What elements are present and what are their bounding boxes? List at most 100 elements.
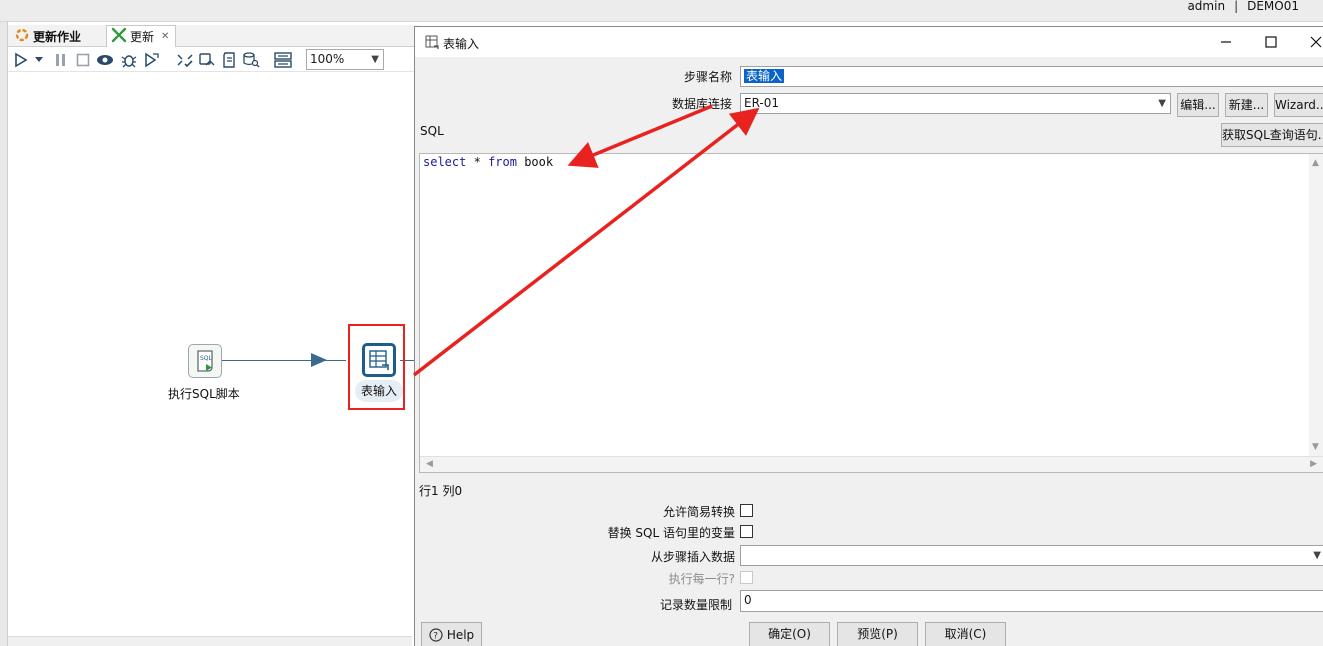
replay-icon — [145, 52, 159, 68]
database-search-icon — [243, 52, 260, 68]
impact-button[interactable] — [198, 52, 216, 68]
sql-table: book — [524, 155, 554, 169]
chevron-down-icon: ▼ — [1158, 98, 1166, 109]
step-label: 表输入 — [355, 380, 403, 402]
insert-from-step-label: 从步骤插入数据 — [650, 550, 735, 564]
new-connection-button[interactable]: 新建... — [1225, 93, 1268, 117]
scroll-down-icon[interactable]: ▼ — [1312, 442, 1319, 452]
play-icon — [15, 52, 28, 68]
replay-button[interactable] — [142, 52, 160, 68]
dialog-title: 表输入 — [443, 37, 480, 51]
tab-label: 更新作业 — [33, 29, 82, 44]
sql-vertical-scrollbar[interactable]: ▲ ▼ — [1309, 154, 1323, 456]
sql-script-icon: SQL — [197, 350, 213, 372]
db-connection-select[interactable]: ER-01 ▼ — [740, 93, 1171, 114]
tab-update-job[interactable]: 更新作业 — [10, 25, 87, 47]
preview-button[interactable]: 预览(P) — [837, 622, 918, 646]
bug-icon — [121, 55, 137, 68]
lazy-conversion-label: 允许简易转换 — [662, 505, 735, 519]
cursor-position: 行1 列0 — [419, 484, 463, 498]
stop-button[interactable] — [74, 52, 92, 68]
close-button[interactable] — [1307, 33, 1323, 51]
check-transformation-icon — [177, 54, 193, 68]
step-name-label: 步骤名称 — [683, 70, 732, 84]
dialog-titlebar[interactable]: 表输入 — [415, 27, 1323, 57]
canvas-horizontal-scrollbar[interactable] — [8, 636, 412, 646]
impact-analysis-icon — [199, 53, 215, 66]
help-icon: ? — [429, 627, 443, 642]
step-name-value: 表输入 — [744, 69, 785, 83]
chevron-down-icon: ▼ — [371, 54, 379, 65]
scroll-up-icon[interactable]: ▲ — [1312, 158, 1319, 168]
tab-update-transformation[interactable]: 更新 ✕ — [106, 25, 177, 47]
sql-keyword: from — [488, 155, 517, 169]
show-results-button[interactable] — [274, 52, 292, 68]
minimize-button[interactable] — [1217, 33, 1235, 51]
run-options-dropdown[interactable] — [34, 52, 44, 68]
close-tab-icon[interactable]: ✕ — [161, 31, 169, 42]
step-label: 执行SQL脚本 — [168, 387, 240, 401]
execute-each-row-checkbox — [740, 571, 753, 584]
repository-name[interactable]: DEMO01 — [1247, 0, 1299, 13]
run-button[interactable] — [12, 52, 30, 68]
ok-button[interactable]: 确定(O) — [749, 622, 830, 646]
pause-icon — [56, 54, 65, 66]
help-button[interactable]: ? Help — [421, 622, 482, 646]
left-panel-edge — [0, 22, 8, 646]
db-connection-label: 数据库连接 — [671, 97, 732, 111]
step-execute-sql[interactable]: SQL — [188, 344, 222, 378]
svg-text:SQL: SQL — [200, 355, 213, 362]
step-table-input[interactable] — [362, 343, 396, 377]
wizard-button[interactable]: Wizard... — [1274, 93, 1323, 117]
results-panel-icon — [274, 52, 292, 68]
svg-text:?: ? — [433, 631, 438, 641]
table-input-icon — [425, 35, 439, 52]
step-name-input[interactable]: 表输入 — [740, 66, 1323, 87]
table-input-icon — [369, 350, 389, 370]
debug-button[interactable] — [120, 52, 138, 68]
editor-tab-bar: 更新作业 更新 ✕ — [8, 25, 420, 47]
insert-from-step-select[interactable]: ▼ — [740, 545, 1323, 566]
eye-icon — [97, 55, 113, 65]
zoom-value: 100% — [310, 52, 345, 66]
chevron-down-icon: ▼ — [1313, 550, 1321, 561]
lazy-conversion-checkbox[interactable] — [740, 504, 753, 517]
sql-horizontal-scrollbar[interactable]: ◀ ▶ — [420, 456, 1323, 472]
scroll-right-icon[interactable]: ▶ — [1310, 459, 1317, 469]
sql-star: * — [473, 155, 481, 169]
hop-line[interactable] — [222, 360, 346, 361]
get-sql-button[interactable]: 获取SQL查询语句... — [1221, 123, 1323, 147]
transformation-icon — [111, 27, 127, 46]
pause-button[interactable] — [52, 52, 70, 68]
verify-button[interactable] — [176, 52, 194, 68]
limit-label: 记录数量限制 — [659, 598, 732, 612]
db-connection-value: ER-01 — [744, 96, 780, 110]
maximize-icon — [1265, 36, 1277, 48]
explore-db-button[interactable] — [242, 52, 260, 68]
execute-each-row-label: 执行每一行? — [668, 572, 735, 586]
stop-icon — [76, 53, 90, 67]
limit-value: 0 — [744, 593, 752, 607]
tab-label: 更新 — [130, 30, 155, 44]
hop-arrowhead — [311, 353, 327, 367]
username[interactable]: admin — [1187, 0, 1225, 13]
close-icon — [1310, 36, 1322, 48]
replace-variables-checkbox[interactable] — [740, 525, 753, 538]
replace-variables-label: 替换 SQL 语句里的变量 — [607, 526, 735, 540]
scroll-left-icon[interactable]: ◀ — [426, 459, 433, 469]
maximize-button[interactable] — [1262, 33, 1280, 51]
user-info: admin | DEMO01 — [1187, 0, 1299, 13]
table-input-dialog: 表输入 步骤名称 表输入 数据库连接 ER-01 ▼ 编辑... 新建... W… — [414, 26, 1323, 646]
limit-input[interactable]: 0 — [740, 590, 1323, 612]
edit-connection-button[interactable]: 编辑... — [1177, 93, 1219, 117]
zoom-select[interactable]: 100% ▼ — [306, 49, 384, 70]
sql-editor[interactable]: select * from book ▲ ▼ ◀ ▶ — [419, 153, 1323, 473]
help-label: Help — [446, 627, 475, 642]
job-icon — [14, 27, 30, 46]
minimize-icon — [1221, 41, 1231, 43]
preview-button[interactable] — [96, 52, 114, 68]
editor-toolbar: 100% ▼ — [8, 48, 420, 72]
chevron-down-icon — [35, 57, 43, 62]
generate-sql-button[interactable] — [220, 52, 238, 68]
cancel-button[interactable]: 取消(C) — [925, 622, 1006, 646]
